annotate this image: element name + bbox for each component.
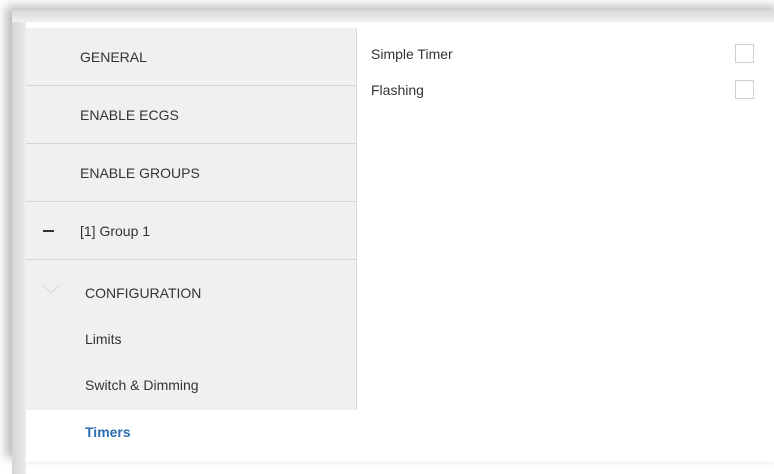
sidebar-subitem-label: Timers [85, 424, 131, 440]
sidebar-subitem-limits[interactable]: Limits [26, 317, 356, 361]
collapse-icon[interactable] [38, 202, 58, 260]
sidebar-item-label: GENERAL [80, 48, 147, 65]
flashing-checkbox[interactable] [735, 80, 754, 99]
sidebar-item-label: ENABLE ECGS [80, 106, 179, 123]
sidebar-subitem-label: Limits [85, 331, 122, 347]
sidebar-subitem-label: Switch & Dimming [85, 377, 199, 393]
param-label: Simple Timer [371, 46, 453, 62]
sidebar-item-label: ENABLE GROUPS [80, 164, 200, 181]
sidebar-subitem-timers[interactable]: Timers [26, 410, 358, 454]
simple-timer-checkbox[interactable] [735, 44, 754, 63]
sidebar-subitem-switch-dimming[interactable]: Switch & Dimming [26, 363, 356, 407]
sidebar-item-enable-ecgs[interactable]: ENABLE ECGS [26, 86, 356, 144]
left-border [12, 22, 26, 474]
param-label: Flashing [371, 82, 424, 98]
sidebar: GENERAL ENABLE ECGS ENABLE GROUPS [1] Gr… [26, 28, 358, 454]
sidebar-subitem-label: CONFIGURATION [85, 285, 202, 301]
sidebar-subitem-configuration[interactable]: CONFIGURATION [26, 271, 356, 315]
sidebar-item-label: [1] Group 1 [80, 222, 151, 239]
sidebar-item-group-1[interactable]: [1] Group 1 [26, 202, 356, 260]
top-border [12, 10, 774, 22]
param-row-flashing: Flashing [371, 79, 754, 101]
sidebar-item-enable-groups[interactable]: ENABLE GROUPS [26, 144, 356, 202]
parameters-panel: Simple Timer Flashing [357, 28, 774, 454]
param-row-simple-timer: Simple Timer [371, 43, 754, 65]
sidebar-item-general[interactable]: GENERAL [26, 28, 356, 86]
